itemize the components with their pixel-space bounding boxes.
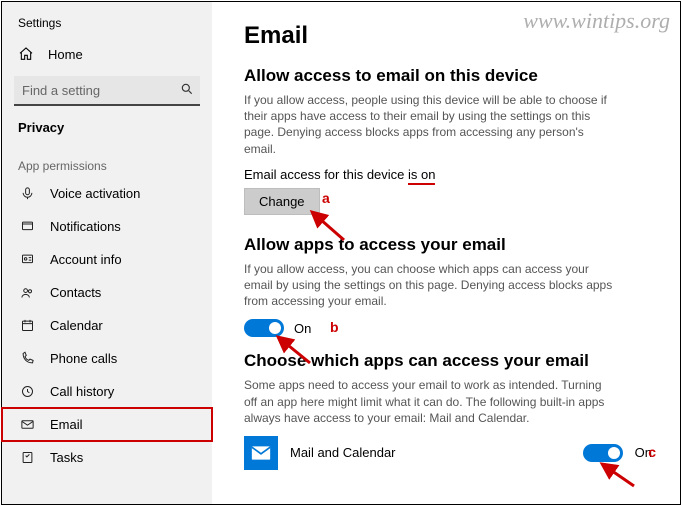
home-label: Home	[48, 47, 83, 62]
sidebar-item-label: Notifications	[50, 219, 121, 234]
sidebar-item-label: Voice activation	[50, 186, 140, 201]
sidebar-nav: Voice activation Notifications Account i…	[2, 177, 212, 474]
page-title: Email	[244, 22, 652, 50]
sidebar-item-notifications[interactable]: Notifications	[2, 210, 212, 243]
email-icon	[18, 417, 36, 432]
sidebar-item-label: Tasks	[50, 450, 83, 465]
app-mail-calendar-toggle[interactable]	[583, 444, 623, 462]
status-value: is on	[408, 167, 435, 185]
window: www.wintips.org Settings Home Privacy Ap…	[1, 1, 681, 505]
sidebar-item-phone-calls[interactable]: Phone calls	[2, 342, 212, 375]
sidebar-item-email[interactable]: Email	[2, 408, 212, 441]
change-button[interactable]: Change	[244, 188, 320, 215]
group-label: App permissions	[2, 147, 212, 177]
sidebar-item-tasks[interactable]: Tasks	[2, 441, 212, 474]
toggle-label: On	[294, 321, 311, 336]
sidebar-item-label: Call history	[50, 384, 114, 399]
apps-access-toggle[interactable]	[244, 319, 284, 337]
section2-desc: If you allow access, you can choose whic…	[244, 261, 614, 310]
tasks-icon	[18, 450, 36, 465]
phone-icon	[18, 351, 36, 366]
app-title: Settings	[2, 12, 212, 38]
status-prefix: Email access for this device	[244, 167, 408, 182]
sidebar-item-voice-activation[interactable]: Voice activation	[2, 177, 212, 210]
account-icon	[18, 252, 36, 267]
mail-calendar-icon	[244, 436, 278, 470]
category-header: Privacy	[2, 116, 212, 147]
sidebar-item-contacts[interactable]: Contacts	[2, 276, 212, 309]
sidebar-item-label: Calendar	[50, 318, 103, 333]
sidebar-item-label: Phone calls	[50, 351, 117, 366]
annotation-c: c	[648, 444, 656, 460]
search-wrap	[2, 70, 212, 116]
annotation-b: b	[330, 319, 339, 335]
arrow-annotation-c	[594, 460, 640, 490]
section1-desc: If you allow access, people using this d…	[244, 92, 614, 157]
sidebar-item-label: Contacts	[50, 285, 101, 300]
annotation-a: a	[322, 190, 330, 206]
calendar-icon	[18, 318, 36, 333]
sidebar-item-call-history[interactable]: Call history	[2, 375, 212, 408]
sidebar-item-label: Email	[50, 417, 83, 432]
sidebar-item-account-info[interactable]: Account info	[2, 243, 212, 276]
main-panel: Email Allow access to email on this devi…	[212, 2, 680, 504]
search-icon	[180, 82, 194, 96]
device-access-status: Email access for this device is on	[244, 167, 652, 182]
section1-title: Allow access to email on this device	[244, 66, 652, 86]
sidebar-item-label: Account info	[50, 252, 122, 267]
sidebar-item-calendar[interactable]: Calendar	[2, 309, 212, 342]
sidebar-item-home[interactable]: Home	[2, 38, 212, 70]
history-icon	[18, 384, 36, 399]
section3-desc: Some apps need to access your email to w…	[244, 377, 614, 426]
microphone-icon	[18, 186, 36, 201]
contacts-icon	[18, 285, 36, 300]
sidebar: Settings Home Privacy App permissions Vo…	[2, 2, 212, 504]
search-input[interactable]	[14, 76, 200, 106]
app-name: Mail and Calendar	[290, 445, 571, 460]
section3-title: Choose which apps can access your email	[244, 351, 652, 371]
home-icon	[18, 46, 34, 62]
notifications-icon	[18, 219, 36, 234]
app-row-mail-calendar: Mail and Calendar On c	[244, 436, 652, 470]
section2-title: Allow apps to access your email	[244, 235, 652, 255]
